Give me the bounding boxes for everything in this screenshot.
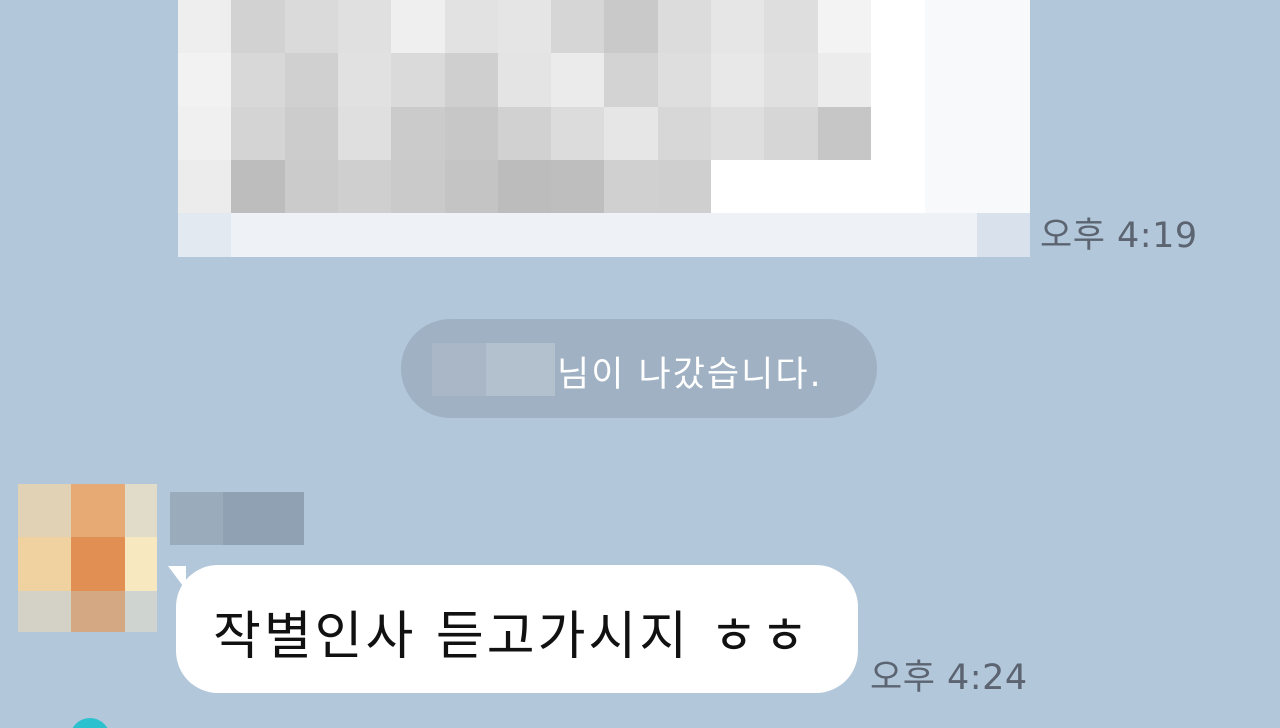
mosaic-cell [711,106,766,161]
mosaic-cell [391,159,446,215]
mosaic-cell [444,53,499,108]
avatar-mosaic-cell [18,484,71,537]
image-footer-block [977,213,1030,257]
mosaic-cell [391,53,446,108]
mosaic-cell [657,53,712,108]
mosaic-cell [178,0,233,55]
avatar-mosaic-cell [125,537,157,591]
chat-screen: 오후 4:19 님이 나갔습니다. 작별인사 듣고가시지 ㅎㅎ 오후 4:24 [0,0,1280,728]
mosaic-cell [817,53,872,108]
mosaic-cell [764,53,819,108]
mosaic-cell [764,159,819,215]
mosaic-cell [497,0,553,55]
mosaic-cell [391,106,446,161]
mosaic-cell [711,159,766,215]
message-time: 오후 4:24 [870,658,1028,698]
pixelated-username [432,343,555,396]
mosaic-cell [231,106,286,161]
mosaic-cell [817,159,872,215]
mosaic-cell [231,53,286,108]
avatar-mosaic-cell [18,591,71,632]
avatar-mosaic-cell [18,537,71,591]
avatar-mosaic-cell [71,484,125,537]
pixelated-sender-name[interactable] [170,492,304,545]
system-notice-text: 님이 나갔습니다. [557,355,823,395]
mosaic-cell [764,106,819,161]
mosaic-cell [764,0,819,55]
mosaic-cell [551,0,606,55]
mosaic-cell [817,0,872,55]
system-notice: 님이 나갔습니다. [401,319,877,418]
avatar[interactable] [18,484,157,632]
mosaic-cell [604,0,659,55]
mosaic-cell [551,159,606,215]
mosaic-cell [551,53,606,108]
mosaic-cell [604,53,659,108]
mosaic-cell [178,53,233,108]
mosaic-cell [497,159,553,215]
image-message[interactable] [178,0,1030,257]
mosaic-cell [391,0,446,55]
mosaic-cell [817,106,872,161]
mosaic-cell [657,0,712,55]
mosaic-cell [284,53,339,108]
mosaic-cell [231,159,286,215]
message-text: 작별인사 듣고가시지 ㅎㅎ [213,607,812,667]
mosaic-cell [337,159,393,215]
mosaic-cell [711,0,766,55]
mosaic-cell [551,106,606,161]
mosaic-cell [497,106,553,161]
message-bubble[interactable]: 작별인사 듣고가시지 ㅎㅎ [176,565,858,693]
message-time: 오후 4:19 [1040,216,1198,256]
mosaic-cell [337,0,393,55]
mosaic-cell [604,106,659,161]
avatar-mosaic-cell [71,591,125,632]
mosaic-cell [657,159,712,215]
mosaic-cell [870,0,926,55]
mosaic-cell [657,106,712,161]
mosaic-cell [711,53,766,108]
mosaic-cell [178,159,233,215]
avatar-mosaic-cell [125,484,157,537]
mosaic-cell [870,106,926,161]
mosaic-cell [870,159,926,215]
avatar-mosaic-cell [71,537,125,591]
image-footer [178,213,1030,257]
mosaic-cell [444,159,499,215]
mosaic-cell [444,106,499,161]
mosaic-cell [604,159,659,215]
mosaic-cell [284,0,339,55]
mosaic-cell [284,159,339,215]
mosaic-cell [178,106,233,161]
mosaic-cell [497,53,553,108]
avatar-mosaic-cell [125,591,157,632]
mosaic-cell [337,106,393,161]
mosaic-cell [337,53,393,108]
mosaic-cell [870,53,926,108]
image-footer-block [178,213,231,257]
partial-avatar-edge [70,718,110,728]
mosaic-cell [444,0,499,55]
mosaic-cell [231,0,286,55]
mosaic-cell [284,106,339,161]
